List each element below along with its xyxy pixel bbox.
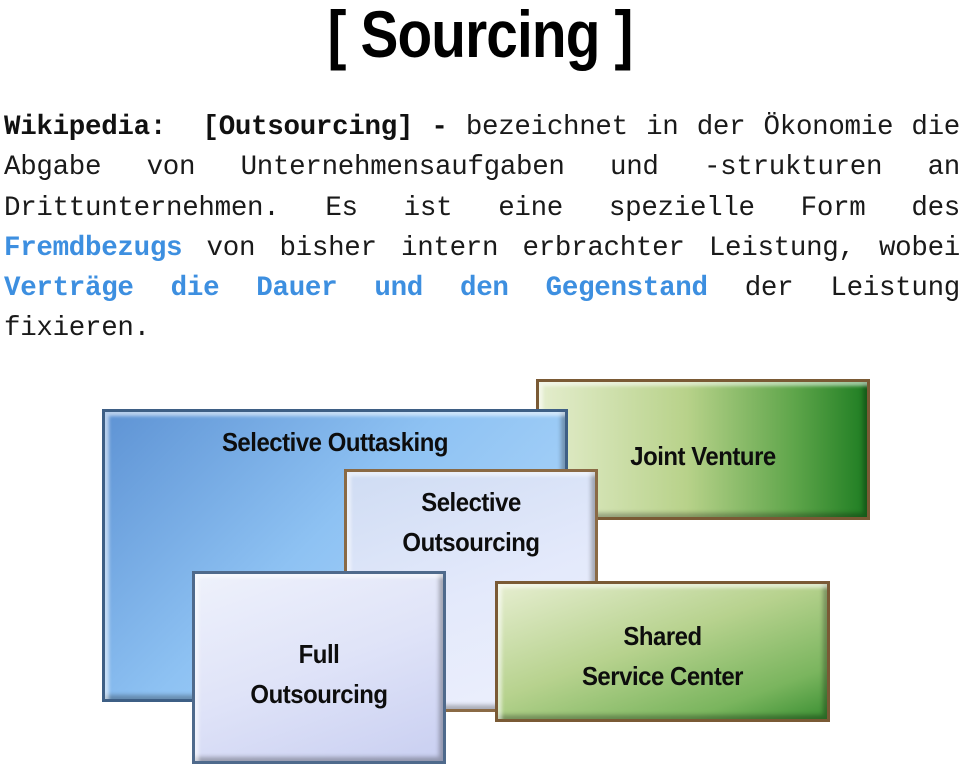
box-label-line: Full (298, 639, 340, 669)
definition-text-2: von bisher intern erbrachter Leistung, w… (182, 232, 960, 264)
box-label: Selective Outtasking (123, 422, 546, 462)
source-label: Wikipedia: (4, 112, 167, 143)
box-label-line: Selective Outtasking (221, 427, 449, 457)
term-label: [Outsourcing] (202, 112, 414, 143)
highlight-fremdbezugs: Fremdbezugs (4, 232, 183, 264)
box-label: Selective Outsourcing (357, 482, 585, 562)
box-label-line: Outsourcing (250, 679, 388, 709)
highlight-vertraege: Verträge die Dauer und den Gegenstand (4, 273, 708, 305)
box-label-line: Selective (421, 487, 521, 517)
page-title: [ Sourcing ] (327, 0, 633, 71)
box-label: Full Outsourcing (205, 634, 433, 714)
box-label: Shared Service Center (511, 616, 814, 696)
box-full-outsourcing: Full Outsourcing (192, 571, 446, 764)
box-label-line: Outsourcing (402, 527, 540, 557)
box-label-line: Shared (623, 621, 702, 651)
definition-paragraph: Wikipedia: [Outsourcing] - bezeichnet in… (4, 108, 960, 350)
dash: - (431, 112, 448, 143)
box-shared-service-center: Shared Service Center (495, 581, 830, 722)
box-label-line: Service Center (581, 661, 744, 691)
